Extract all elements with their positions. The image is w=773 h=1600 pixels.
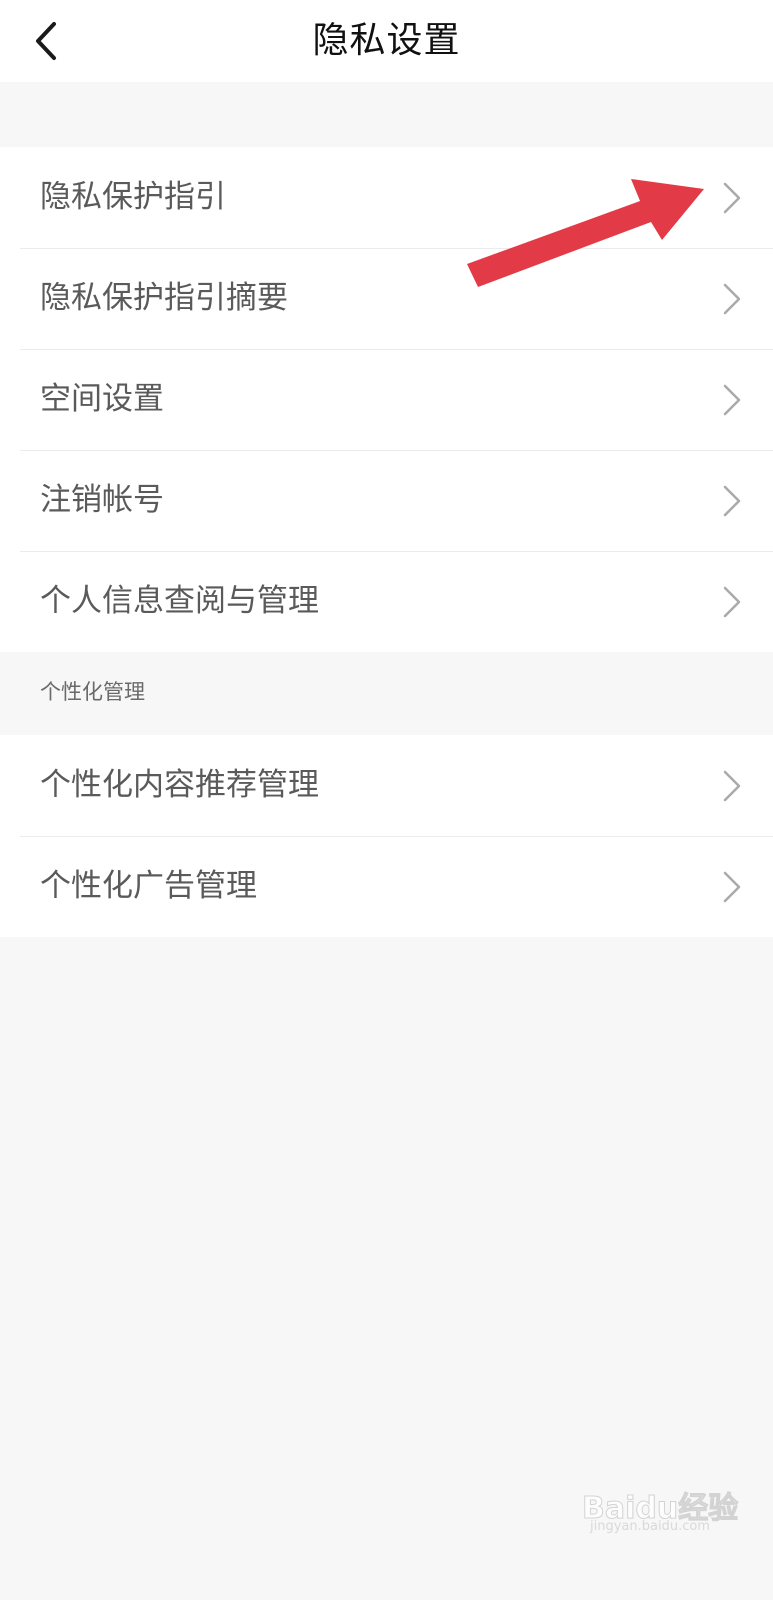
chevron-right-icon — [721, 769, 743, 803]
menu-item-space-settings[interactable]: 空间设置 — [0, 349, 773, 450]
chevron-right-icon — [721, 282, 743, 316]
menu-item-personalized-content[interactable]: 个性化内容推荐管理 — [0, 735, 773, 836]
chevron-right-icon — [721, 870, 743, 904]
chevron-right-icon — [721, 484, 743, 518]
menu-item-personal-info-management[interactable]: 个人信息查阅与管理 — [0, 551, 773, 652]
menu-item-label: 隐私保护指引 — [40, 179, 226, 215]
menu-item-label: 个性化内容推荐管理 — [40, 767, 319, 803]
top-nav-bar: 隐私设置 — [0, 0, 773, 82]
chevron-right-icon — [721, 181, 743, 215]
personalization-menu-group: 个性化内容推荐管理 个性化广告管理 — [0, 735, 773, 937]
page-title: 隐私设置 — [312, 20, 461, 61]
menu-item-personalized-ads[interactable]: 个性化广告管理 — [0, 836, 773, 937]
menu-item-privacy-guide-summary[interactable]: 隐私保护指引摘要 — [0, 248, 773, 349]
privacy-settings-screen: 隐私设置 隐私保护指引 隐私保护指引摘要 空间设置 注销帐号 个人信息查阅与管理… — [0, 0, 773, 1600]
section-header-personalization: 个性化管理 — [40, 680, 145, 704]
chevron-right-icon — [721, 585, 743, 619]
watermark: Baidu经验 jingyan.baidu.com — [580, 1475, 740, 1535]
menu-item-label: 个人信息查阅与管理 — [40, 583, 319, 619]
menu-item-label: 隐私保护指引摘要 — [40, 280, 288, 316]
menu-item-label: 空间设置 — [40, 381, 164, 417]
watermark-url: jingyan.baidu.com — [590, 1519, 710, 1534]
menu-item-label: 注销帐号 — [40, 482, 164, 518]
menu-item-label: 个性化广告管理 — [40, 868, 257, 904]
chevron-right-icon — [721, 383, 743, 417]
menu-item-deactivate-account[interactable]: 注销帐号 — [0, 450, 773, 551]
menu-item-privacy-guide[interactable]: 隐私保护指引 — [0, 147, 773, 248]
privacy-menu-group: 隐私保护指引 隐私保护指引摘要 空间设置 注销帐号 个人信息查阅与管理 — [0, 147, 773, 652]
